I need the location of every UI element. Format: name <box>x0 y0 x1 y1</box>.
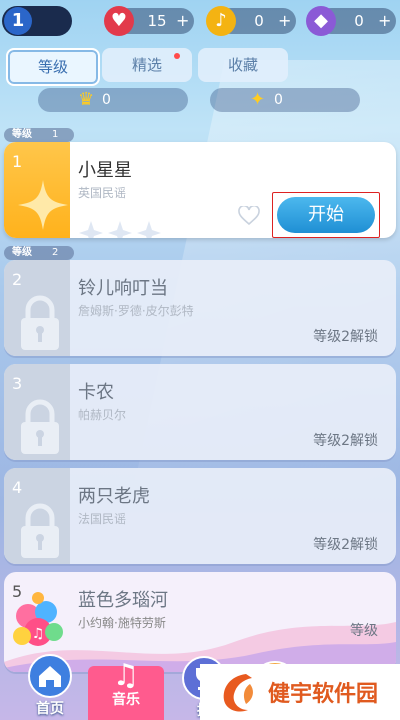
sparkle-icon <box>18 180 68 230</box>
lock-icon <box>21 399 59 454</box>
section-level-label: 等级 2 <box>4 246 74 260</box>
notes-counter: ♪ 0 + <box>206 6 302 36</box>
section-label-text: 等级 <box>12 247 32 258</box>
star-rating-icon <box>79 221 103 238</box>
balloon-cluster-icon: ♫ <box>13 592 63 646</box>
song-index: 1 <box>12 152 23 171</box>
crown-stat: ♛ 0 <box>38 88 188 112</box>
heart-outline-icon[interactable] <box>238 206 260 226</box>
song-artist: 小约翰·施特劳斯 <box>78 616 166 630</box>
star-icon: ✦ <box>250 89 266 110</box>
song-artist: 詹姆斯·罗德·皮尔彭特 <box>78 304 194 318</box>
lock-icon <box>21 503 59 558</box>
section-level-label: 等级 1 <box>4 128 74 142</box>
section-level-number: 1 <box>52 129 59 140</box>
tab-favorites[interactable]: 收藏 <box>198 48 288 82</box>
top-bar: 1 ♥ 15 + ♪ 0 + ◆ 0 + <box>0 0 400 44</box>
star-rating-icon <box>137 221 161 238</box>
tab-featured[interactable]: 精选 <box>102 48 192 82</box>
svg-text:♫: ♫ <box>32 626 45 642</box>
song-thumbnail: 1 <box>4 142 70 238</box>
song-title: 两只老虎 <box>78 486 150 507</box>
song-title: 蓝色多瑙河 <box>78 590 168 611</box>
nav-music-label: 音乐 <box>112 692 140 708</box>
song-artist: 法国民谣 <box>78 512 127 526</box>
heart-icon: ♥ <box>104 6 134 36</box>
crown-icon: ♛ <box>78 89 95 110</box>
unlock-requirement: 等级2解锁 <box>313 433 378 449</box>
section-label-text: 等级 <box>12 129 32 140</box>
song-thumbnail: 2 <box>4 260 70 356</box>
song-artist: 帕赫贝尔 <box>78 408 127 422</box>
song-card-4[interactable]: 4 两只老虎 法国民谣 等级2解锁 <box>4 468 396 564</box>
player-level-badge[interactable]: 1 <box>2 6 72 36</box>
player-level: 1 <box>4 7 32 35</box>
hearts-value: 15 <box>147 12 167 30</box>
hearts-counter: ♥ 15 + <box>104 6 200 36</box>
song-index: 4 <box>12 478 23 497</box>
diamond-icon: ◆ <box>306 6 336 36</box>
song-title: 铃儿响叮当 <box>78 278 168 299</box>
song-stars <box>78 220 162 238</box>
tab-level[interactable]: 等级 <box>6 48 100 86</box>
home-icon <box>28 654 72 698</box>
nav-home[interactable]: 首页 <box>20 654 80 720</box>
star-rating-icon <box>108 221 132 238</box>
music-note-icon: ♫ <box>112 658 140 693</box>
notification-dot <box>174 53 180 59</box>
watermark-logo <box>223 674 253 712</box>
song-title: 卡农 <box>78 382 114 403</box>
crown-value: 0 <box>102 92 111 108</box>
song-thumbnail: 4 <box>4 468 70 564</box>
nav-music[interactable]: ♫ 音乐 <box>88 658 164 720</box>
star-value: 0 <box>274 92 283 108</box>
song-index: 2 <box>12 270 23 289</box>
song-index: 3 <box>12 374 23 393</box>
nav-home-label: 首页 <box>36 701 64 717</box>
watermark: 健宇软件园 <box>200 664 400 720</box>
gems-value: 0 <box>354 12 364 30</box>
gems-counter: ◆ 0 + <box>306 6 400 36</box>
notes-value: 0 <box>254 12 264 30</box>
unlock-requirement: 等级2解锁 <box>313 537 378 553</box>
music-note-icon: ♪ <box>206 6 236 36</box>
start-button-frame: 开始 <box>272 192 380 238</box>
song-title: 小星星 <box>78 160 132 181</box>
add-notes-button[interactable]: + <box>278 8 291 34</box>
watermark-text: 健宇软件园 <box>268 682 379 707</box>
add-gems-button[interactable]: + <box>378 8 391 34</box>
lock-icon <box>21 295 59 350</box>
section-level-number: 2 <box>52 247 59 258</box>
start-button[interactable]: 开始 <box>277 197 375 233</box>
unlock-requirement: 等级2解锁 <box>313 329 378 345</box>
song-card-3[interactable]: 3 卡农 帕赫贝尔 等级2解锁 <box>4 364 396 460</box>
unlock-requirement: 等级 <box>350 623 378 639</box>
song-artist: 英国民谣 <box>78 186 127 200</box>
song-card-2[interactable]: 2 铃儿响叮当 詹姆斯·罗德·皮尔彭特 等级2解锁 <box>4 260 396 356</box>
tab-featured-label: 精选 <box>131 56 162 74</box>
song-thumbnail: 3 <box>4 364 70 460</box>
star-stat: ✦ 0 <box>210 88 360 112</box>
add-hearts-button[interactable]: + <box>176 8 189 34</box>
